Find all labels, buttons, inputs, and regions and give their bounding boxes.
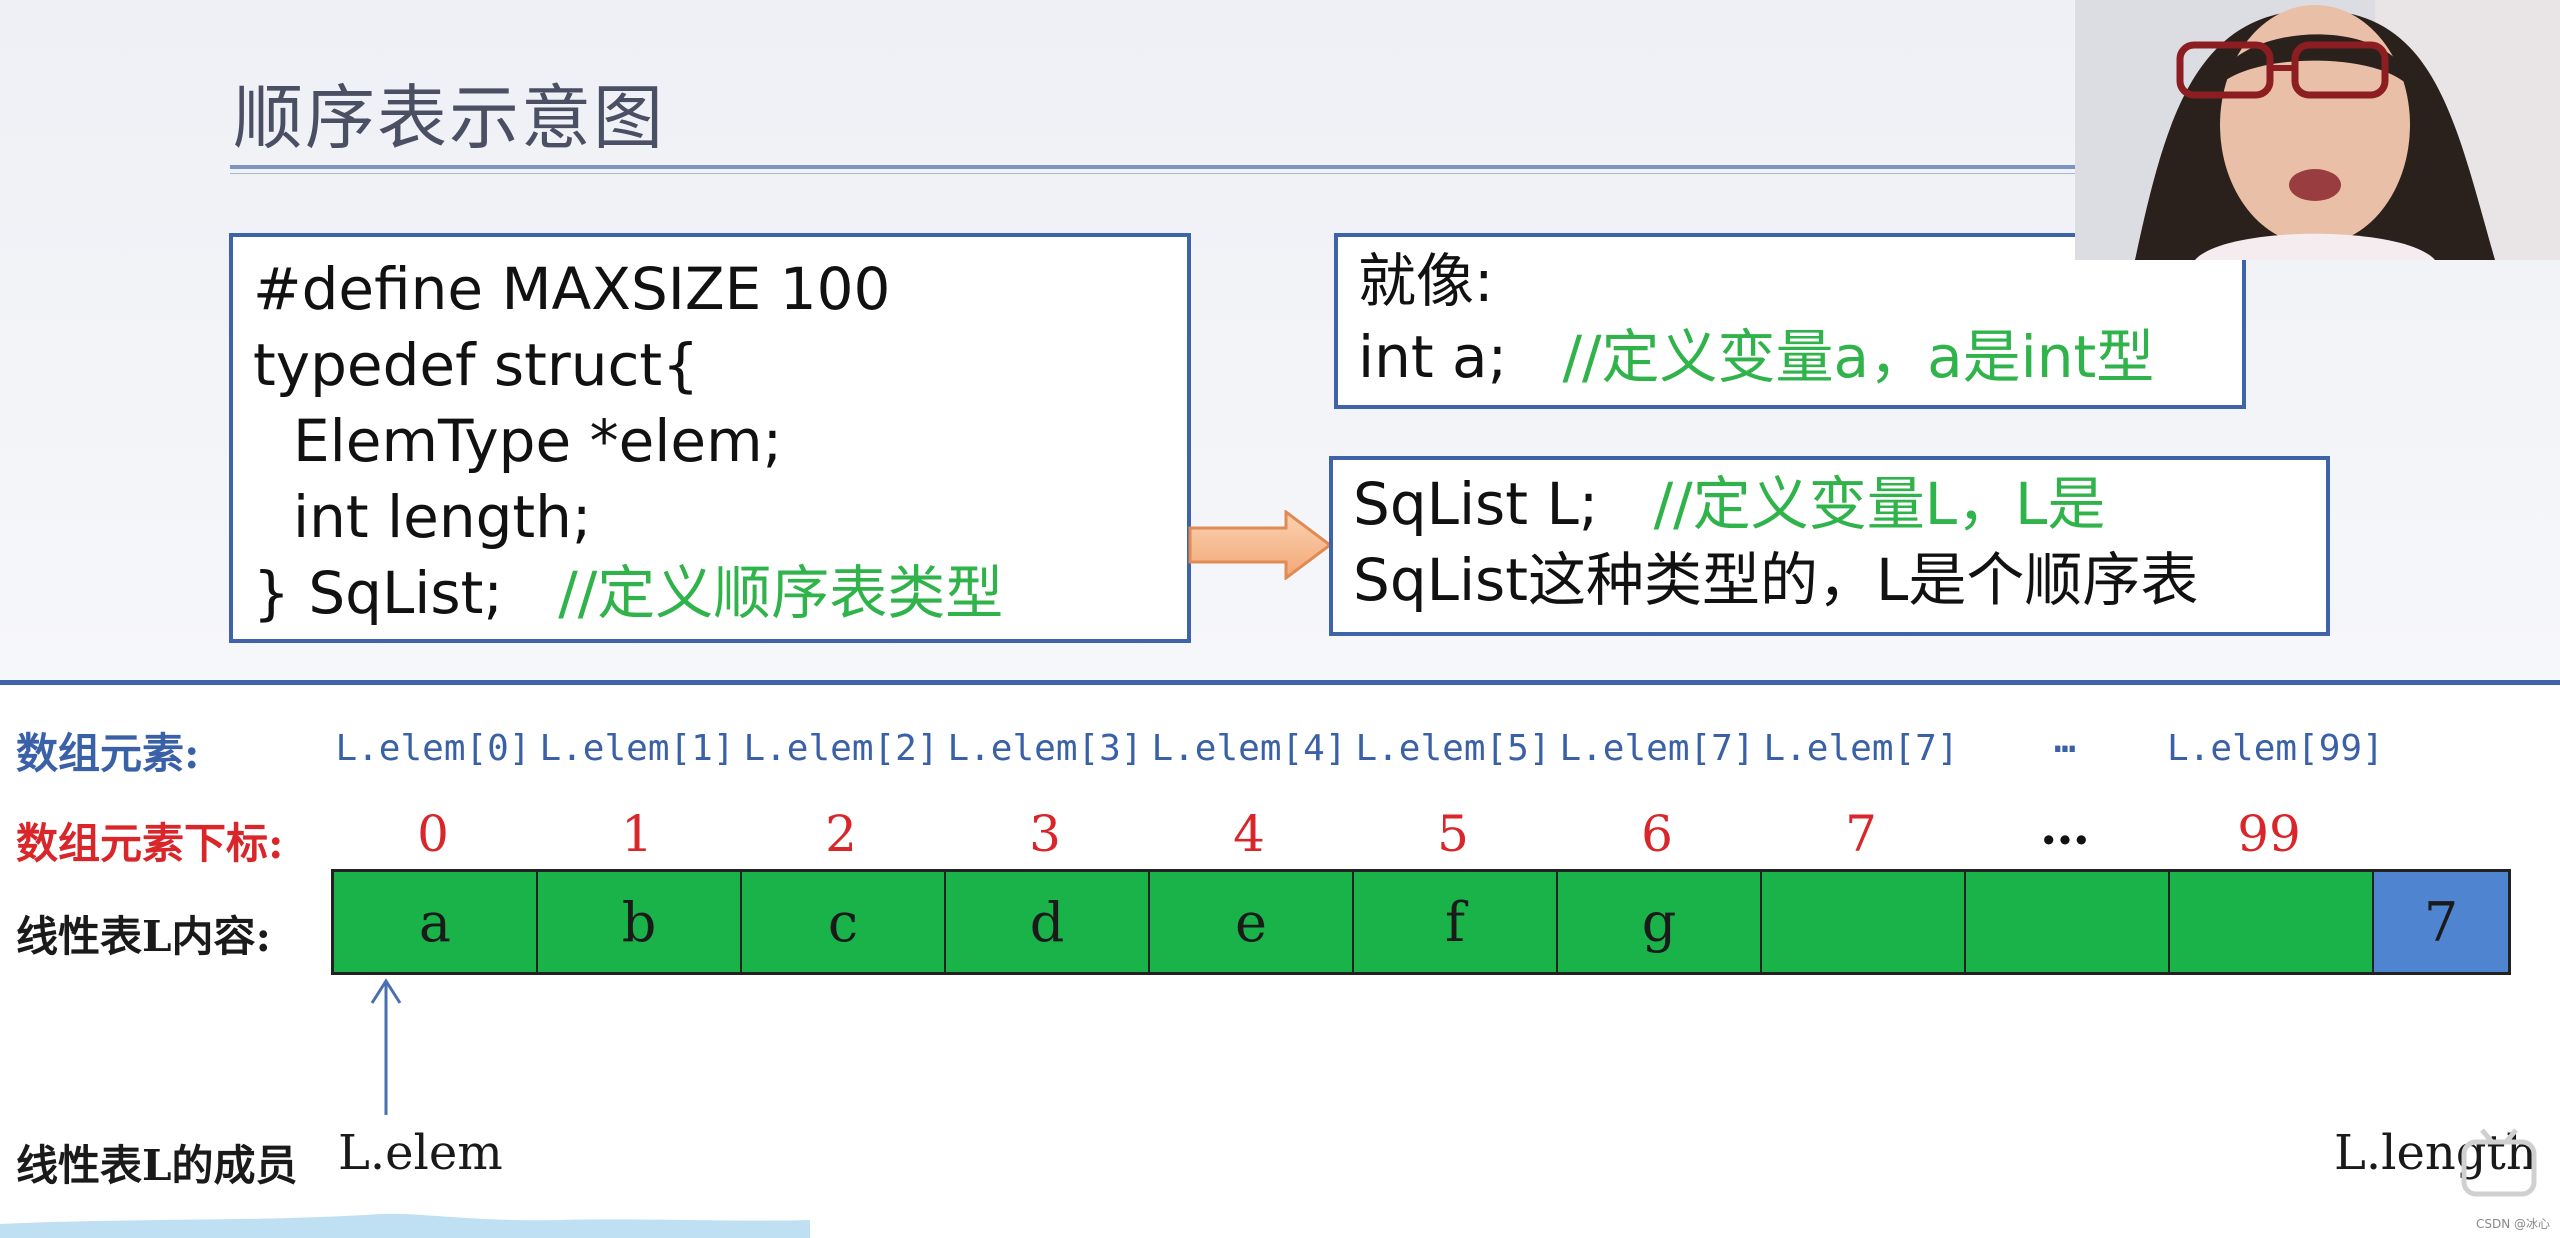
- bilibili-tv-icon: [2461, 1128, 2537, 1197]
- elem-name-4: L.elem[4]: [1151, 728, 1347, 769]
- index-0: 0: [417, 805, 449, 863]
- sqlist-declaration-box: SqList L; //定义变量L，L是 SqList这种类型的，L是个顺序表: [1329, 456, 2330, 636]
- index-6: 6: [1641, 805, 1673, 863]
- sqlist-comment-1: //定义变量L，L是: [1653, 470, 2106, 538]
- watermark: CSDN @冰心: [2475, 1217, 2550, 1231]
- elem-name-5: L.elem[5]: [1355, 728, 1551, 769]
- array-cells: a b c d e f g 7: [331, 869, 2511, 975]
- row-label-elements: 数组元素:: [16, 729, 200, 778]
- row-label-indices: 数组元素下标:: [16, 819, 284, 868]
- index-ellipsis: …: [2040, 797, 2090, 856]
- index-5: 5: [1437, 805, 1469, 863]
- code-line-elem: ElemType *elem;: [293, 407, 783, 475]
- array-cell-4: e: [1150, 872, 1354, 972]
- array-cell-3: d: [946, 872, 1150, 972]
- code-line-typedef: typedef struct{: [253, 331, 700, 399]
- elem-name-1: L.elem[1]: [539, 728, 735, 769]
- elem-name-0: L.elem[0]: [335, 728, 531, 769]
- index-2: 2: [825, 805, 857, 863]
- array-cell-7: [1762, 872, 1966, 972]
- array-cell-6: g: [1558, 872, 1762, 972]
- sqlist-code: SqList L;: [1353, 470, 1599, 538]
- pointer-arrow-icon: [370, 978, 402, 1115]
- presenter-portrait-icon: [2075, 0, 2560, 260]
- index-7: 7: [1845, 805, 1877, 863]
- elem-name-99: L.elem[99]: [2167, 728, 2384, 769]
- index-3: 3: [1029, 805, 1061, 863]
- elem-name-3: L.elem[3]: [947, 728, 1143, 769]
- code-line-sqlist: } SqList; //定义顺序表类型: [253, 555, 1187, 631]
- elem-name-7: L.elem[7]: [1763, 728, 1959, 769]
- elem-name-6: L.elem[7]: [1559, 728, 1755, 769]
- length-cell: 7: [2374, 872, 2508, 972]
- analogy-code: int a;: [1358, 323, 1508, 391]
- slide-title: 顺序表示意图: [233, 77, 665, 159]
- member-elem: L.elem: [338, 1125, 503, 1181]
- array-cell-99: [2170, 872, 2374, 972]
- index-99: 99: [2237, 805, 2301, 863]
- title-underline-thin: [230, 173, 2080, 174]
- index-4: 4: [1233, 805, 1265, 863]
- code-comment: //定义顺序表类型: [558, 559, 1004, 627]
- code-line-define: #define MAXSIZE 100: [253, 255, 891, 323]
- arrow-right-icon: [1188, 510, 1332, 580]
- code-sqlist-text: } SqList;: [253, 559, 503, 627]
- sqlist-line-1: SqList L; //定义变量L，L是: [1353, 466, 2326, 542]
- array-cell-2: c: [742, 872, 946, 972]
- row-label-members: 线性表L的成员: [16, 1141, 298, 1190]
- sqlist-comment-2: SqList这种类型的，L是个顺序表: [1353, 546, 2199, 614]
- bottom-decoration: [0, 1214, 810, 1238]
- analogy-line: int a; //定义变量a，a是int型: [1358, 319, 2242, 395]
- code-box: #define MAXSIZE 100 typedef struct{ Elem…: [229, 233, 1191, 643]
- analogy-comment: //定义变量a，a是int型: [1562, 323, 2155, 391]
- index-1: 1: [621, 805, 653, 863]
- array-diagram: 数组元素: 数组元素下标: 线性表L内容: 线性表L的成员 L.elem[0] …: [0, 680, 2560, 1238]
- title-underline: [230, 165, 2080, 169]
- row-label-contents: 线性表L内容:: [16, 912, 272, 961]
- presenter-video: [2075, 0, 2560, 260]
- array-cell-0: a: [334, 872, 538, 972]
- elem-name-ellipsis: …: [2054, 720, 2076, 761]
- array-cell-5: f: [1354, 872, 1558, 972]
- array-cell-1: b: [538, 872, 742, 972]
- elem-name-2: L.elem[2]: [743, 728, 939, 769]
- array-cell-8: [1966, 872, 2170, 972]
- code-line-length: int length;: [293, 483, 592, 551]
